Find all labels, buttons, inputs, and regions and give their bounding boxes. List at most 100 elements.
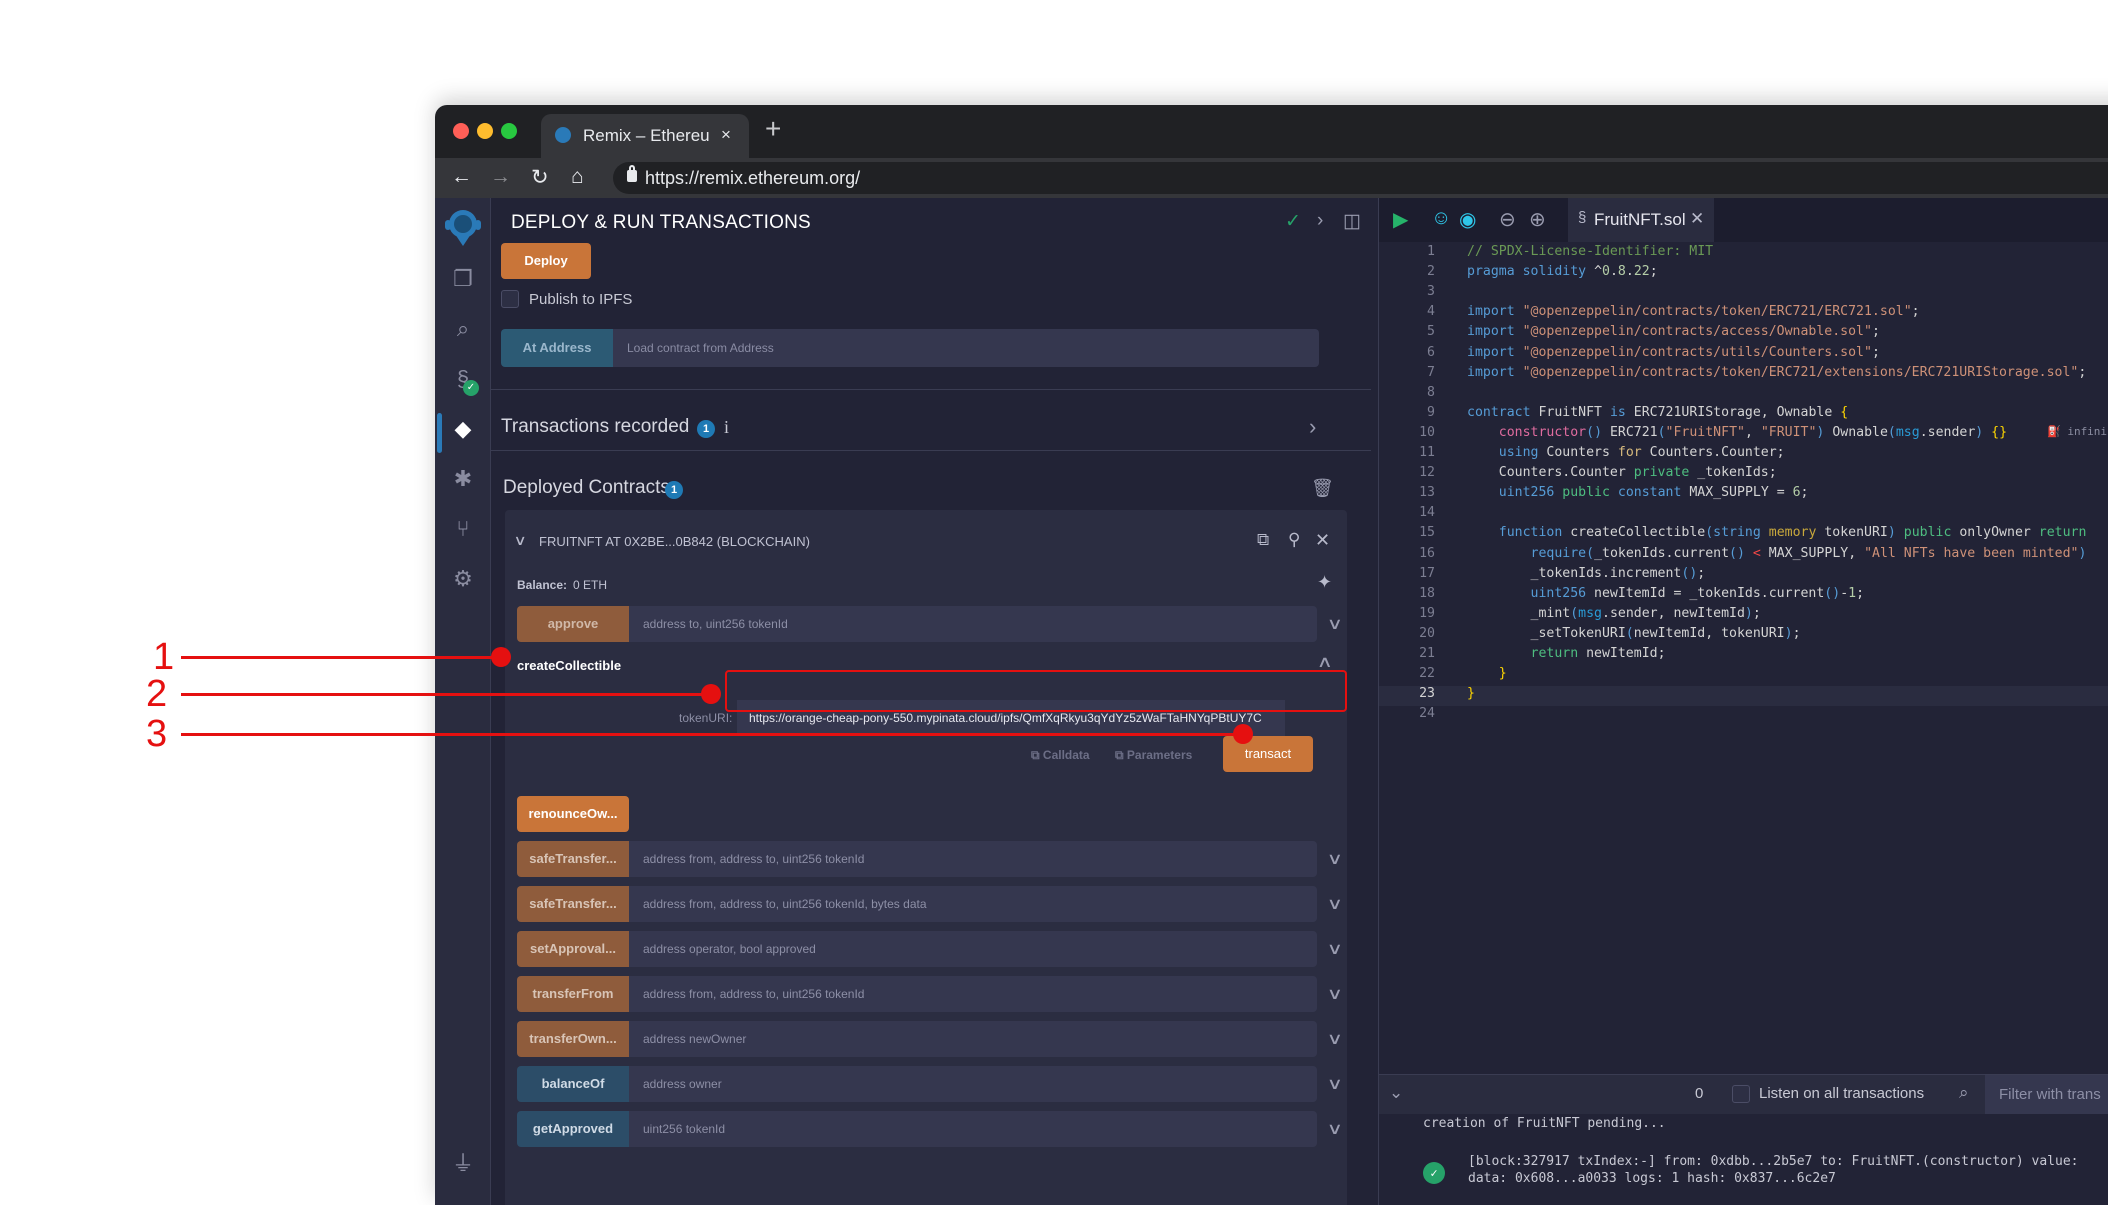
code-line[interactable]: 12 Counters.Counter private _tokenIds; (1379, 465, 2108, 485)
function-button[interactable]: balanceOf (517, 1066, 629, 1102)
deploy-run-icon[interactable]: ◆ (435, 416, 491, 442)
function-input[interactable]: address from, address to, uint256 tokenI… (629, 976, 1317, 1012)
function-input[interactable]: address from, address to, uint256 tokenI… (629, 886, 1317, 922)
chevron-up-icon[interactable]: ∧ (1317, 652, 1333, 672)
at-address-input[interactable]: Load contract from Address (613, 329, 1319, 367)
code-line[interactable]: 5 import "@openzeppelin/contracts/access/… (1379, 324, 2108, 344)
trash-icon[interactable]: 🗑 (1311, 478, 1334, 499)
calldata-button[interactable]: ⧉ Calldata (1031, 748, 1090, 763)
code-line[interactable]: 6 import "@openzeppelin/contracts/utils/C… (1379, 345, 2108, 365)
code-line[interactable]: 16 require(_tokenIds.current() < MAX_SUP… (1379, 546, 2108, 566)
git-icon[interactable]: ⑂ (435, 516, 491, 542)
solidity-compiler-icon[interactable]: § ✓ (435, 366, 491, 396)
close-tab-icon[interactable]: ✕ (1690, 209, 1704, 229)
code-line[interactable]: 23} (1379, 686, 2108, 707)
reload-icon[interactable]: ↻ (531, 165, 549, 190)
function-input[interactable]: address newOwner (629, 1021, 1317, 1057)
code-line[interactable]: 21 return newItemId; (1379, 646, 2108, 666)
code-line[interactable]: 22 } (1379, 666, 2108, 686)
run-icon[interactable]: ▶ (1393, 207, 1408, 232)
gas-estimate-hint: ⛽ infini (2047, 424, 2108, 438)
function-button[interactable]: approve (517, 606, 629, 642)
chevron-down-icon[interactable]: ∨ (1327, 939, 1343, 959)
code-line[interactable]: 3 (1379, 284, 2108, 304)
close-icon[interactable]: ✕ (1315, 530, 1330, 551)
code-line[interactable]: 17 _tokenIds.increment(); (1379, 566, 2108, 586)
listen-all-checkbox[interactable] (1732, 1085, 1750, 1103)
deploy-button[interactable]: Deploy (501, 243, 591, 279)
chevron-right-icon[interactable]: › (1309, 414, 1316, 440)
debugger-icon[interactable]: ✱ (435, 466, 491, 492)
chevron-down-icon[interactable]: ∨ (1327, 614, 1343, 634)
code-line[interactable]: 4 import "@openzeppelin/contracts/token/E… (1379, 304, 2108, 324)
panel-toggle-icon[interactable]: ◫ (1343, 210, 1361, 233)
code-line[interactable]: 2 pragma solidity ^0.8.22; (1379, 264, 2108, 284)
file-explorer-icon[interactable]: ❐ (435, 266, 491, 292)
pin-icon[interactable]: ⚲ (1288, 530, 1300, 550)
code-line[interactable]: 8 (1379, 385, 2108, 405)
chevron-down-icon[interactable]: ∨ (1327, 894, 1343, 914)
publish-ipfs-checkbox[interactable] (501, 290, 519, 308)
at-address-button[interactable]: At Address (501, 329, 613, 367)
close-window-button[interactable] (453, 123, 469, 139)
copy-icon[interactable]: ⧉ (1257, 530, 1269, 550)
log-line-1[interactable]: [block:327917 txIndex:-] from: 0xdbb...2… (1468, 1154, 2078, 1169)
collapse-terminal-icon[interactable]: ⌄ (1389, 1083, 1403, 1103)
new-tab-button[interactable]: + (765, 113, 781, 145)
chevron-down-icon[interactable]: ∨ (1327, 1074, 1343, 1094)
minimize-window-button[interactable] (477, 123, 493, 139)
code-line[interactable]: 24 (1379, 706, 2108, 726)
zoom-in-icon[interactable]: ⊕ (1529, 207, 1546, 232)
code-line[interactable]: 19 _mint(msg.sender, newItemId); (1379, 606, 2108, 626)
line-number: 18 (1419, 585, 1435, 601)
function-input[interactable]: address owner (629, 1066, 1317, 1102)
chevron-down-icon[interactable]: ∨ (1327, 1029, 1343, 1049)
plugin-manager-icon[interactable]: ⏚ (435, 1146, 491, 1178)
function-button[interactable]: setApproval... (517, 931, 629, 967)
function-input[interactable]: address operator, bool approved (629, 931, 1317, 967)
code-line[interactable]: 13 uint256 public constant MAX_SUPPLY = … (1379, 485, 2108, 505)
function-input[interactable]: address from, address to, uint256 tokenI… (629, 841, 1317, 877)
parameters-button[interactable]: ⧉ Parameters (1115, 748, 1192, 763)
chevron-right-icon[interactable]: › (1317, 210, 1323, 232)
function-button[interactable]: transferFrom (517, 976, 629, 1012)
log-line-2[interactable]: data: 0x608...a0033 logs: 1 hash: 0x837.… (1468, 1171, 1836, 1186)
home-icon[interactable]: ⌂ (571, 165, 584, 189)
settings-icon[interactable]: ⚙ (435, 566, 491, 592)
remix-logo-icon[interactable] (435, 206, 491, 256)
code-line[interactable]: 10 constructor() ERC721("FruitNFT", "FRU… (1379, 425, 2108, 445)
code-line[interactable]: 20 _setTokenURI(newItemId, tokenURI); (1379, 626, 2108, 646)
code-line[interactable]: 1 // SPDX-License-Identifier: MIT (1379, 244, 2108, 264)
chevron-down-icon[interactable]: ∨ (1327, 1119, 1343, 1139)
code-line[interactable]: 18 uint256 newItemId = _tokenIds.current… (1379, 586, 2108, 606)
info-icon[interactable]: i (724, 417, 729, 438)
function-button[interactable]: safeTransfer... (517, 886, 629, 922)
code-line[interactable]: 9 contract FruitNFT is ERC721URIStorage, … (1379, 405, 2108, 425)
contract-title[interactable]: FRUITNFT AT 0X2BE...0B842 (BLOCKCHAIN) (539, 534, 810, 549)
back-icon[interactable]: ← (451, 165, 472, 189)
function-button[interactable]: transferOwn... (517, 1021, 629, 1057)
sparkle-icon[interactable]: ✦ (1317, 572, 1332, 593)
code-line[interactable]: 11 using Counters for Counters.Counter; (1379, 445, 2108, 465)
transactions-recorded-label[interactable]: Transactions recorded (501, 416, 689, 438)
function-button[interactable]: renounceOw... (517, 796, 629, 832)
search-icon[interactable]: ⌕ (435, 316, 491, 342)
toggle-icon[interactable]: ◉ (1459, 207, 1476, 232)
chevron-down-icon[interactable]: ∨ (1327, 984, 1343, 1004)
chevron-down-icon[interactable]: ∨ (513, 532, 526, 549)
code-line[interactable]: 7 import "@openzeppelin/contracts/token/E… (1379, 365, 2108, 385)
browser-tab[interactable]: Remix – Ethereu × (541, 114, 749, 158)
function-button[interactable]: safeTransfer... (517, 841, 629, 877)
tab-close-icon[interactable]: × (721, 125, 731, 145)
forward-icon[interactable]: → (490, 165, 511, 189)
code-line[interactable]: 15 function createCollectible(string mem… (1379, 525, 2108, 545)
file-tab[interactable]: § FruitNFT.sol ✕ (1568, 198, 1714, 242)
zoom-out-icon[interactable]: ⊖ (1499, 207, 1516, 232)
url-input[interactable]: https://remix.ethereum.org/ (613, 162, 2108, 194)
maximize-window-button[interactable] (501, 123, 517, 139)
code-line[interactable]: 14 (1379, 505, 2108, 525)
terminal-filter-input[interactable]: Filter with trans (1985, 1075, 2108, 1115)
function-input[interactable]: address to, uint256 tokenId (629, 606, 1317, 642)
chevron-down-icon[interactable]: ∨ (1327, 849, 1343, 869)
ai-assistant-icon[interactable]: ☺ (1431, 207, 1451, 230)
